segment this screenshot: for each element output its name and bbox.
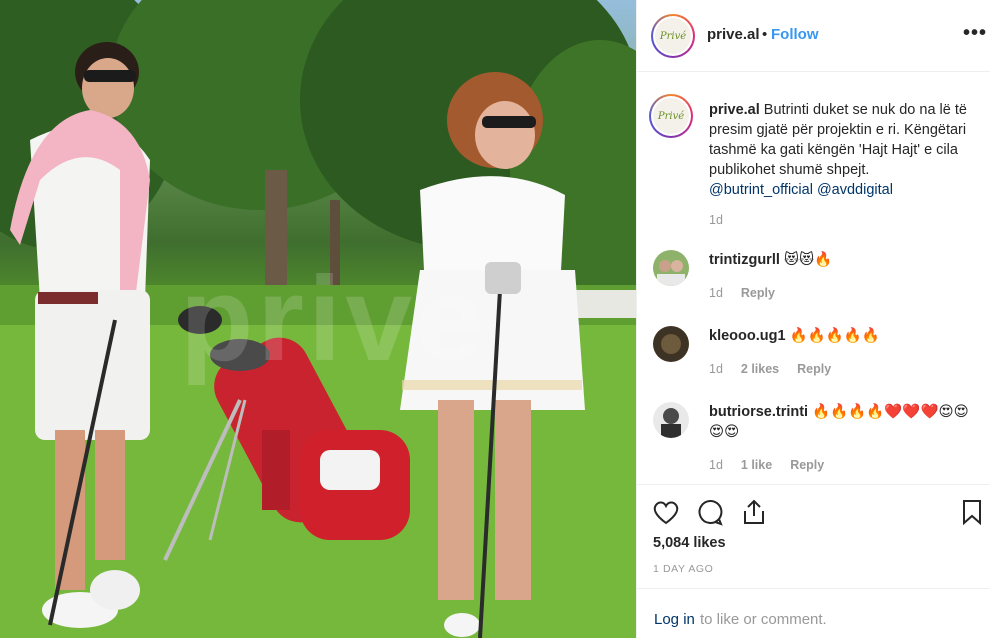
login-link[interactable]: Log in [654,611,695,628]
header-separator: • [762,26,768,43]
comment-meta: 1d 1 like Reply [709,458,842,472]
comment-likes[interactable]: 2 likes [741,362,779,376]
comment-body: kleooo.ug1 🔥🔥🔥🔥🔥 [709,326,975,346]
reply-button[interactable]: Reply [797,362,831,376]
post-photo[interactable]: prive [0,0,636,638]
comment-body: trintizgurll 😻😻🔥 [709,250,975,270]
comment-icon[interactable] [695,497,725,527]
comment-meta: 1d Reply [709,286,793,300]
author-username[interactable]: prive.al [707,26,760,43]
share-icon[interactable] [739,497,769,527]
reply-button[interactable]: Reply [741,286,775,300]
follow-button[interactable]: Follow [771,26,819,43]
likes-count[interactable]: 5,084 likes [653,535,726,551]
login-bar: Log in to like or comment. [637,588,990,638]
caption-body: prive.al Butrinti duket se nuk do na lë … [709,100,975,200]
caption-avatar[interactable]: Privé [649,94,693,138]
comment-time[interactable]: 1d [709,458,723,472]
login-prompt: to like or comment. [700,611,827,628]
comment-time[interactable]: 1d [709,286,723,300]
caption-username[interactable]: prive.al [709,102,760,118]
bookmark-icon[interactable] [957,497,987,527]
caption-time[interactable]: 1d [709,213,723,227]
caption-meta: 1d [709,213,741,227]
reply-button[interactable]: Reply [790,458,824,472]
photo-watermark: prive [180,252,487,386]
post-sidebar: Privé prive.al • Follow ••• Privé prive.… [636,0,990,638]
mention-link[interactable]: @avddigital [817,182,893,198]
mention-link[interactable]: @butrint_official [709,182,813,198]
post-header: Privé prive.al • Follow ••• [637,0,990,72]
comment-body: butriorse.trinti 🔥🔥🔥🔥❤️❤️❤️😍😍😍😍 [709,402,975,442]
avatar-logo: Privé [653,98,689,134]
heart-icon[interactable] [651,497,681,527]
commenter-avatar[interactable] [653,326,689,362]
comment-username[interactable]: butriorse.trinti [709,404,808,420]
commenter-avatar[interactable] [653,250,689,286]
author-avatar[interactable]: Privé [651,14,695,58]
comment-text: 🔥🔥🔥🔥🔥 [785,328,880,344]
comment-username[interactable]: kleooo.ug1 [709,328,786,344]
commenter-avatar[interactable] [653,402,689,438]
avatar-logo: Privé [655,18,691,54]
comment-time[interactable]: 1d [709,362,723,376]
post-actions: 5,084 likes 1 DAY AGO [637,484,990,588]
comment-likes[interactable]: 1 like [741,458,772,472]
comment-username[interactable]: trintizgurll [709,252,780,268]
comment-text: 😻😻🔥 [779,252,833,268]
post-age[interactable]: 1 DAY AGO [653,563,713,575]
comment-meta: 1d 2 likes Reply [709,362,849,376]
more-options-icon[interactable]: ••• [963,22,987,45]
comments-section: Privé prive.al Butrinti duket se nuk do … [637,72,990,484]
